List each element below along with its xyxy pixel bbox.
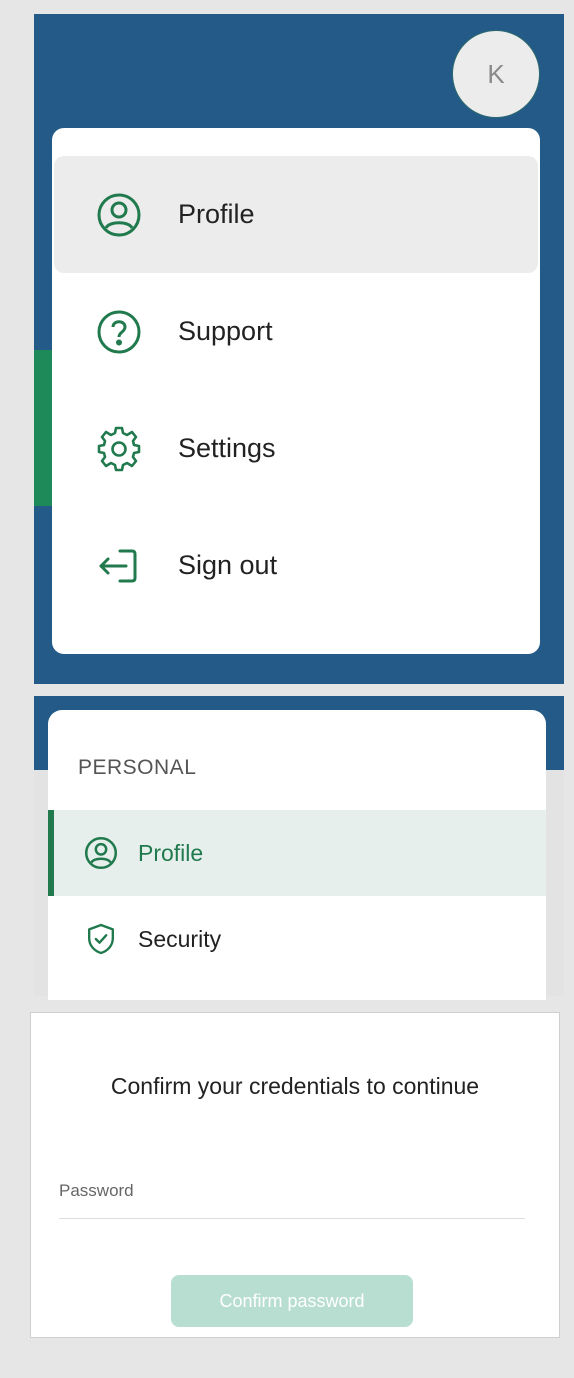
user-circle-icon [96,192,142,238]
settings-sidebar: PERSONAL Profile Security [48,710,546,1000]
sidebar-item-security[interactable]: Security [48,896,546,982]
menu-item-support[interactable]: Support [54,273,538,390]
confirm-title: Confirm your credentials to continue [110,1073,480,1099]
confirm-credentials-card: Confirm your credentials to continue Pas… [30,1012,560,1338]
menu-item-label: Support [178,316,273,346]
avatar-button[interactable]: K [452,30,540,118]
background-accent-bar [34,350,54,506]
menu-item-settings[interactable]: Settings [54,390,538,507]
menu-item-profile[interactable]: Profile [54,156,538,273]
menu-item-label: Sign out [178,550,278,580]
menu-item-label: Profile [178,199,255,229]
confirm-password-button[interactable]: Confirm password [171,1275,413,1327]
account-dropdown-menu: Profile Support Settings Sign out [52,128,540,654]
menu-item-sign-out[interactable]: Sign out [54,507,538,624]
shield-check-icon [84,922,118,956]
account-menu-panel: K Profile Support Settings Sign out [30,10,564,684]
sidebar-item-label: Security [138,925,222,952]
password-input[interactable] [59,1205,525,1219]
gear-icon [96,426,142,472]
question-circle-icon [96,309,142,355]
sidebar-panel: PERSONAL Profile Security [30,696,564,1000]
sign-out-icon [96,543,142,589]
sidebar-item-label: Profile [138,839,204,866]
menu-item-label: Settings [178,433,276,463]
avatar-initial: K [487,58,505,89]
sidebar-item-profile[interactable]: Profile [48,810,546,896]
password-label: Password [59,1181,134,1200]
user-circle-icon [84,836,118,870]
sidebar-section-label: PERSONAL [78,756,197,779]
